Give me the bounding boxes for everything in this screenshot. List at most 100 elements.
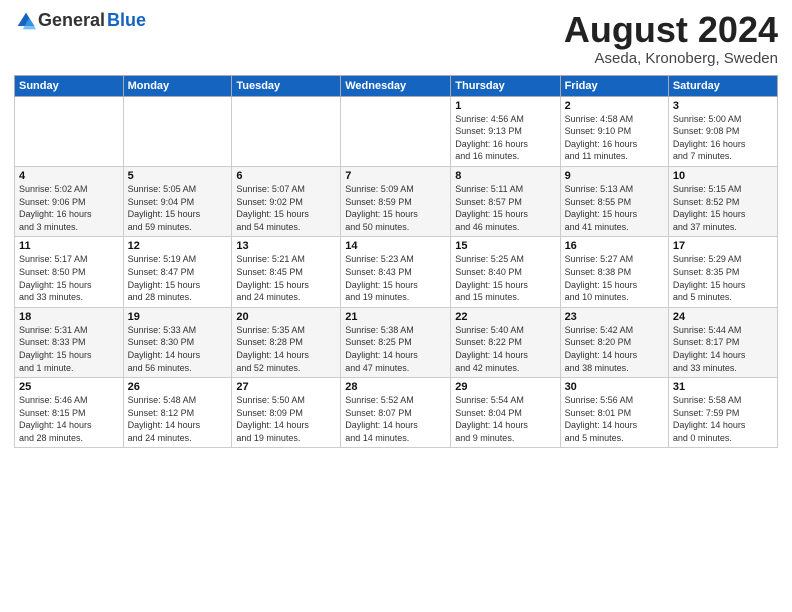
day-number: 6 [236, 170, 336, 182]
calendar-cell: 4Sunrise: 5:02 AM Sunset: 9:06 PM Daylig… [15, 166, 124, 236]
calendar-cell: 26Sunrise: 5:48 AM Sunset: 8:12 PM Dayli… [123, 378, 232, 448]
day-number: 16 [565, 240, 664, 252]
logo: GeneralBlue [14, 10, 146, 31]
day-number: 3 [673, 100, 773, 112]
day-number: 21 [345, 311, 446, 323]
calendar-cell: 14Sunrise: 5:23 AM Sunset: 8:43 PM Dayli… [341, 237, 451, 307]
day-number: 26 [128, 381, 228, 393]
calendar-cell: 18Sunrise: 5:31 AM Sunset: 8:33 PM Dayli… [15, 307, 124, 377]
day-info: Sunrise: 5:02 AM Sunset: 9:06 PM Dayligh… [19, 183, 119, 233]
calendar-cell [15, 96, 124, 166]
calendar-cell: 3Sunrise: 5:00 AM Sunset: 9:08 PM Daylig… [668, 96, 777, 166]
calendar-cell: 16Sunrise: 5:27 AM Sunset: 8:38 PM Dayli… [560, 237, 668, 307]
day-info: Sunrise: 5:54 AM Sunset: 8:04 PM Dayligh… [455, 394, 555, 444]
day-info: Sunrise: 5:09 AM Sunset: 8:59 PM Dayligh… [345, 183, 446, 233]
logo-text-blue: Blue [107, 10, 146, 31]
day-number: 31 [673, 381, 773, 393]
day-info: Sunrise: 5:50 AM Sunset: 8:09 PM Dayligh… [236, 394, 336, 444]
day-info: Sunrise: 5:11 AM Sunset: 8:57 PM Dayligh… [455, 183, 555, 233]
title-area: August 2024 Aseda, Kronoberg, Sweden [564, 10, 778, 67]
calendar-cell: 23Sunrise: 5:42 AM Sunset: 8:20 PM Dayli… [560, 307, 668, 377]
weekday-header-tuesday: Tuesday [232, 75, 341, 96]
logo-icon [16, 11, 36, 31]
month-title: August 2024 [564, 10, 778, 50]
day-number: 1 [455, 100, 555, 112]
day-number: 29 [455, 381, 555, 393]
calendar-cell: 17Sunrise: 5:29 AM Sunset: 8:35 PM Dayli… [668, 237, 777, 307]
week-row-1: 1Sunrise: 4:56 AM Sunset: 9:13 PM Daylig… [15, 96, 778, 166]
calendar-cell [341, 96, 451, 166]
day-number: 11 [19, 240, 119, 252]
calendar-cell: 8Sunrise: 5:11 AM Sunset: 8:57 PM Daylig… [451, 166, 560, 236]
day-number: 8 [455, 170, 555, 182]
calendar-cell: 31Sunrise: 5:58 AM Sunset: 7:59 PM Dayli… [668, 378, 777, 448]
week-row-5: 25Sunrise: 5:46 AM Sunset: 8:15 PM Dayli… [15, 378, 778, 448]
day-number: 13 [236, 240, 336, 252]
day-info: Sunrise: 5:33 AM Sunset: 8:30 PM Dayligh… [128, 324, 228, 374]
calendar-cell: 13Sunrise: 5:21 AM Sunset: 8:45 PM Dayli… [232, 237, 341, 307]
day-number: 5 [128, 170, 228, 182]
calendar-cell: 2Sunrise: 4:58 AM Sunset: 9:10 PM Daylig… [560, 96, 668, 166]
day-info: Sunrise: 5:46 AM Sunset: 8:15 PM Dayligh… [19, 394, 119, 444]
day-number: 10 [673, 170, 773, 182]
day-number: 24 [673, 311, 773, 323]
day-info: Sunrise: 5:35 AM Sunset: 8:28 PM Dayligh… [236, 324, 336, 374]
day-info: Sunrise: 5:40 AM Sunset: 8:22 PM Dayligh… [455, 324, 555, 374]
day-number: 2 [565, 100, 664, 112]
day-info: Sunrise: 5:07 AM Sunset: 9:02 PM Dayligh… [236, 183, 336, 233]
calendar-cell: 21Sunrise: 5:38 AM Sunset: 8:25 PM Dayli… [341, 307, 451, 377]
day-info: Sunrise: 5:25 AM Sunset: 8:40 PM Dayligh… [455, 253, 555, 303]
week-row-3: 11Sunrise: 5:17 AM Sunset: 8:50 PM Dayli… [15, 237, 778, 307]
calendar-cell: 24Sunrise: 5:44 AM Sunset: 8:17 PM Dayli… [668, 307, 777, 377]
day-number: 12 [128, 240, 228, 252]
day-info: Sunrise: 5:42 AM Sunset: 8:20 PM Dayligh… [565, 324, 664, 374]
day-info: Sunrise: 5:52 AM Sunset: 8:07 PM Dayligh… [345, 394, 446, 444]
day-info: Sunrise: 5:21 AM Sunset: 8:45 PM Dayligh… [236, 253, 336, 303]
weekday-header-monday: Monday [123, 75, 232, 96]
location-subtitle: Aseda, Kronoberg, Sweden [564, 50, 778, 67]
day-info: Sunrise: 5:13 AM Sunset: 8:55 PM Dayligh… [565, 183, 664, 233]
calendar-cell: 25Sunrise: 5:46 AM Sunset: 8:15 PM Dayli… [15, 378, 124, 448]
day-number: 14 [345, 240, 446, 252]
day-info: Sunrise: 5:17 AM Sunset: 8:50 PM Dayligh… [19, 253, 119, 303]
calendar-cell: 12Sunrise: 5:19 AM Sunset: 8:47 PM Dayli… [123, 237, 232, 307]
calendar-cell: 6Sunrise: 5:07 AM Sunset: 9:02 PM Daylig… [232, 166, 341, 236]
day-info: Sunrise: 5:19 AM Sunset: 8:47 PM Dayligh… [128, 253, 228, 303]
logo-text-general: General [38, 10, 105, 31]
calendar-cell: 7Sunrise: 5:09 AM Sunset: 8:59 PM Daylig… [341, 166, 451, 236]
day-info: Sunrise: 5:15 AM Sunset: 8:52 PM Dayligh… [673, 183, 773, 233]
day-number: 23 [565, 311, 664, 323]
day-info: Sunrise: 5:00 AM Sunset: 9:08 PM Dayligh… [673, 113, 773, 163]
day-number: 25 [19, 381, 119, 393]
day-info: Sunrise: 4:58 AM Sunset: 9:10 PM Dayligh… [565, 113, 664, 163]
day-number: 4 [19, 170, 119, 182]
day-number: 19 [128, 311, 228, 323]
weekday-header-thursday: Thursday [451, 75, 560, 96]
day-number: 9 [565, 170, 664, 182]
calendar-cell: 22Sunrise: 5:40 AM Sunset: 8:22 PM Dayli… [451, 307, 560, 377]
header: GeneralBlue August 2024 Aseda, Kronoberg… [14, 10, 778, 67]
day-info: Sunrise: 5:44 AM Sunset: 8:17 PM Dayligh… [673, 324, 773, 374]
day-number: 28 [345, 381, 446, 393]
day-info: Sunrise: 5:29 AM Sunset: 8:35 PM Dayligh… [673, 253, 773, 303]
calendar-cell: 11Sunrise: 5:17 AM Sunset: 8:50 PM Dayli… [15, 237, 124, 307]
day-number: 20 [236, 311, 336, 323]
calendar-cell: 29Sunrise: 5:54 AM Sunset: 8:04 PM Dayli… [451, 378, 560, 448]
day-info: Sunrise: 5:31 AM Sunset: 8:33 PM Dayligh… [19, 324, 119, 374]
day-info: Sunrise: 5:38 AM Sunset: 8:25 PM Dayligh… [345, 324, 446, 374]
day-info: Sunrise: 5:48 AM Sunset: 8:12 PM Dayligh… [128, 394, 228, 444]
calendar-cell: 1Sunrise: 4:56 AM Sunset: 9:13 PM Daylig… [451, 96, 560, 166]
page-container: GeneralBlue August 2024 Aseda, Kronoberg… [0, 0, 792, 454]
calendar-cell: 9Sunrise: 5:13 AM Sunset: 8:55 PM Daylig… [560, 166, 668, 236]
day-info: Sunrise: 5:58 AM Sunset: 7:59 PM Dayligh… [673, 394, 773, 444]
calendar-cell [123, 96, 232, 166]
day-info: Sunrise: 5:27 AM Sunset: 8:38 PM Dayligh… [565, 253, 664, 303]
calendar-cell: 19Sunrise: 5:33 AM Sunset: 8:30 PM Dayli… [123, 307, 232, 377]
day-info: Sunrise: 4:56 AM Sunset: 9:13 PM Dayligh… [455, 113, 555, 163]
logo-area: GeneralBlue [14, 10, 146, 31]
weekday-header-saturday: Saturday [668, 75, 777, 96]
day-number: 30 [565, 381, 664, 393]
day-number: 7 [345, 170, 446, 182]
week-row-2: 4Sunrise: 5:02 AM Sunset: 9:06 PM Daylig… [15, 166, 778, 236]
calendar-cell: 15Sunrise: 5:25 AM Sunset: 8:40 PM Dayli… [451, 237, 560, 307]
